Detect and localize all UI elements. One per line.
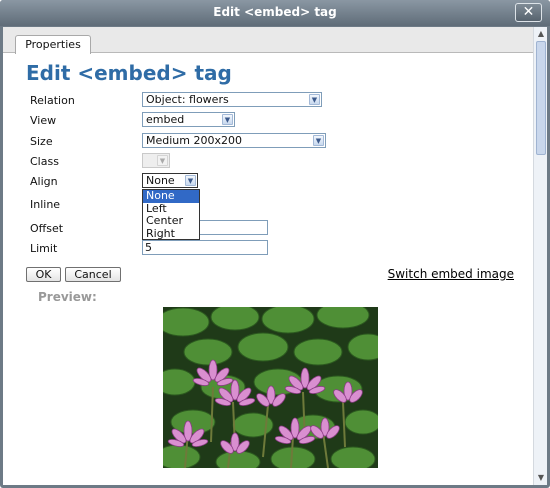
dialog-window: Edit <embed> tag ✕ Properties Edit <embe… bbox=[0, 0, 550, 488]
close-button[interactable]: ✕ bbox=[515, 3, 542, 22]
align-label: Align bbox=[30, 175, 58, 188]
align-option-center[interactable]: Center bbox=[143, 214, 199, 228]
align-select-value: None bbox=[146, 174, 175, 187]
relation-select[interactable]: Object: flowers ▼ bbox=[142, 92, 322, 107]
chevron-down-icon: ▼ bbox=[313, 135, 324, 146]
tab-properties[interactable]: Properties bbox=[15, 35, 91, 54]
offset-label: Offset bbox=[30, 222, 64, 235]
align-option-none[interactable]: None bbox=[143, 189, 199, 203]
ok-button[interactable]: OK bbox=[26, 267, 61, 282]
limit-input[interactable]: 5 bbox=[142, 240, 268, 255]
size-select[interactable]: Medium 200x200 ▼ bbox=[142, 133, 326, 148]
window-title: Edit <embed> tag bbox=[213, 5, 337, 19]
relation-select-value: Object: flowers bbox=[146, 93, 229, 106]
preview-image bbox=[163, 307, 378, 468]
class-label: Class bbox=[30, 155, 59, 168]
chevron-down-icon: ▼ bbox=[157, 155, 168, 166]
scroll-down-icon[interactable]: ▼ bbox=[535, 472, 547, 484]
relation-label: Relation bbox=[30, 94, 75, 107]
dialog-body: Properties Edit <embed> tag Relation Obj… bbox=[3, 27, 547, 485]
align-dropdown-list: None Left Center Right bbox=[142, 189, 200, 240]
size-select-value: Medium 200x200 bbox=[146, 134, 242, 147]
close-icon: ✕ bbox=[522, 4, 535, 20]
tab-bar: Properties bbox=[3, 27, 533, 54]
align-select[interactable]: None ▼ bbox=[142, 173, 198, 188]
view-select[interactable]: embed ▼ bbox=[142, 112, 235, 127]
chevron-down-icon: ▼ bbox=[309, 94, 320, 105]
size-label: Size bbox=[30, 135, 53, 148]
scrollbar-thumb[interactable] bbox=[536, 41, 546, 155]
title-bar[interactable]: Edit <embed> tag ✕ bbox=[0, 0, 550, 26]
switch-embed-image-link[interactable]: Switch embed image bbox=[388, 267, 514, 281]
class-select[interactable]: ▼ bbox=[142, 153, 170, 168]
inline-label: Inline bbox=[30, 198, 61, 211]
chevron-down-icon: ▼ bbox=[222, 114, 233, 125]
align-option-right[interactable]: Right bbox=[143, 227, 199, 241]
chevron-down-icon: ▼ bbox=[185, 175, 196, 186]
scroll-up-icon[interactable]: ▲ bbox=[535, 28, 547, 40]
preview-label: Preview: bbox=[38, 290, 97, 304]
cancel-button[interactable]: Cancel bbox=[65, 267, 121, 282]
flowers-image bbox=[163, 307, 378, 468]
view-label: View bbox=[30, 114, 57, 127]
view-select-value: embed bbox=[146, 113, 185, 126]
page-title: Edit <embed> tag bbox=[26, 61, 232, 85]
limit-label: Limit bbox=[30, 242, 58, 255]
vertical-scrollbar[interactable]: ▲ ▼ bbox=[533, 27, 547, 485]
